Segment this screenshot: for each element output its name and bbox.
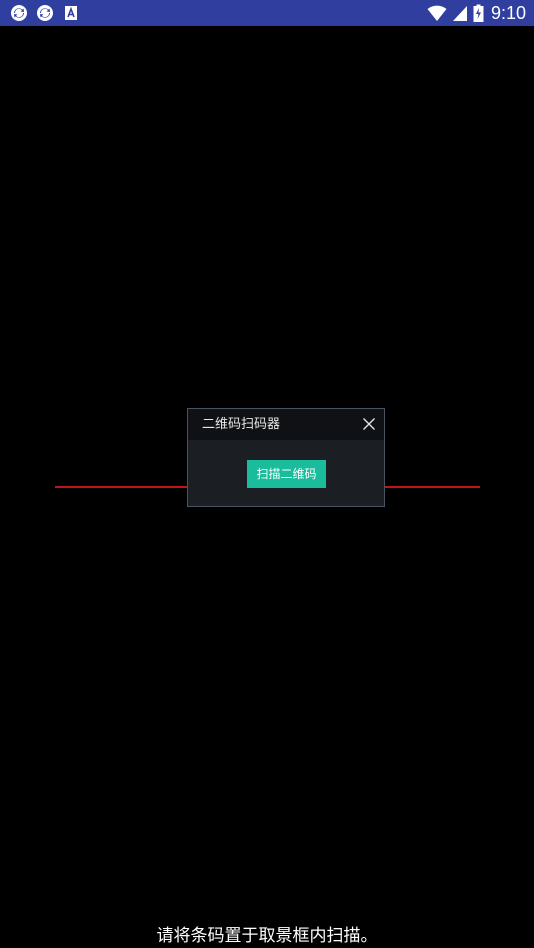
signal-icon: [452, 6, 467, 21]
screen: 9:10 二维码扫码器 扫描二维码 请将条码置于取景框内扫描。: [0, 0, 534, 948]
status-system: 9:10: [427, 2, 526, 24]
wifi-icon: [427, 5, 447, 22]
scan-qr-button[interactable]: 扫描二维码: [247, 460, 326, 488]
font-a-icon: [65, 6, 77, 20]
dialog-title: 二维码扫码器: [202, 417, 281, 432]
scanner-dialog: 二维码扫码器 扫描二维码: [187, 408, 385, 507]
status-notifications: [10, 4, 80, 22]
battery-charging-icon: [473, 4, 484, 22]
close-icon[interactable]: [362, 417, 376, 431]
sync-icon: [11, 5, 27, 21]
status-bar: 9:10: [0, 0, 534, 26]
sync-icon: [37, 5, 53, 21]
dialog-header: 二维码扫码器: [188, 409, 384, 440]
status-time: 9:10: [490, 3, 526, 23]
scan-hint: 请将条码置于取景框内扫描。: [156, 926, 378, 946]
